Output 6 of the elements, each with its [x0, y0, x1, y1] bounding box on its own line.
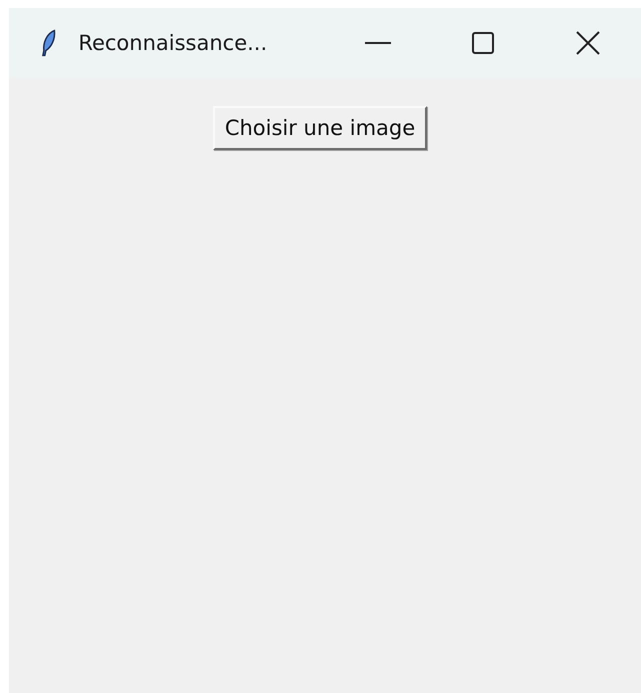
choose-image-button[interactable]: Choisir une image — [212, 106, 428, 150]
feather-icon — [41, 29, 56, 57]
minimize-icon — [364, 41, 391, 45]
close-icon — [576, 31, 600, 55]
maximize-icon — [472, 32, 494, 54]
window-title: Reconnaissance... — [78, 31, 268, 55]
